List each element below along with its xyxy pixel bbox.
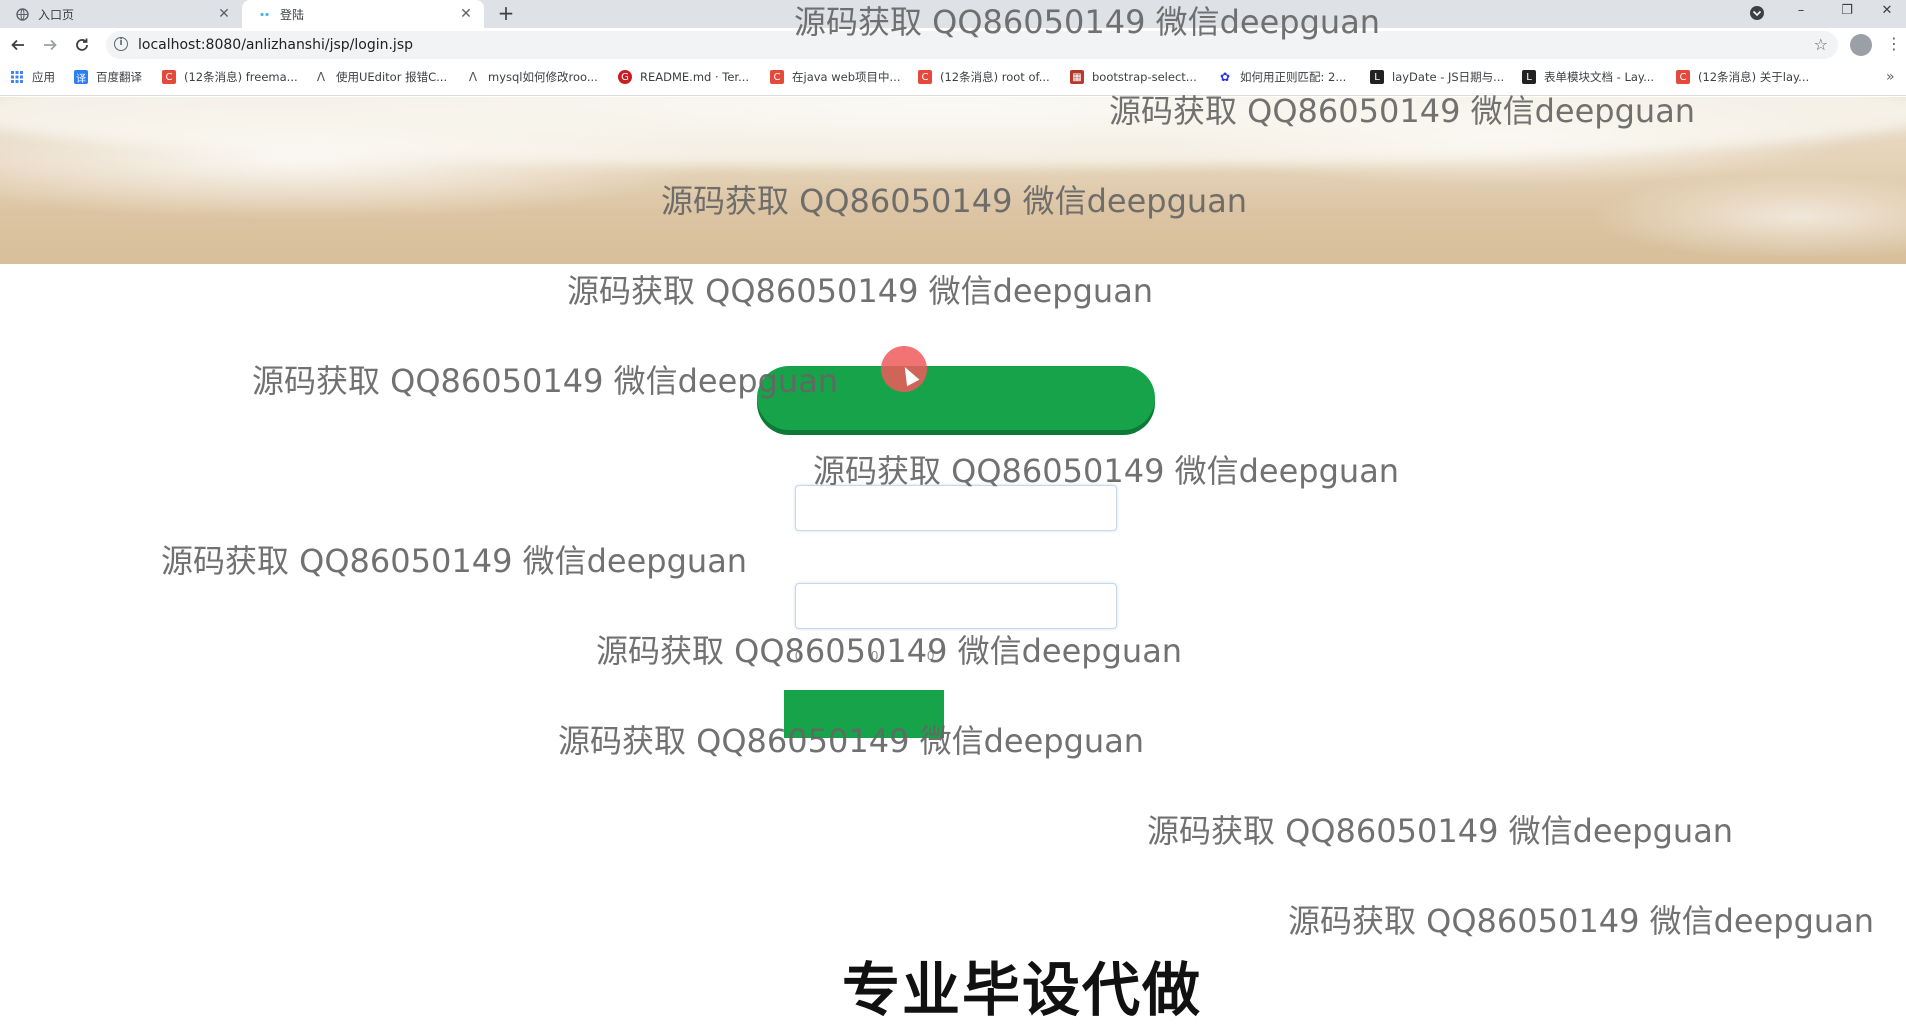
watermark-text: 源码获取 QQ86050149 微信deepguan [1109,92,1696,130]
csdn-icon: C [1676,70,1690,84]
profile-menu-icon[interactable] [1734,0,1780,28]
watermark-text: 源码获取 QQ86050149 微信deepguan [1288,902,1875,940]
bookmark-item[interactable]: C (12条消息) freema... [162,62,298,92]
layui-icon: L [1522,70,1536,84]
bookmark-label: 表单模块文档 - Lay... [1544,70,1655,84]
back-icon[interactable] [6,33,30,57]
tab-title: 登陆 [280,7,305,22]
watermark-text: 源码获取 QQ86050149 微信deepguan [661,182,1248,220]
bookmark-item[interactable]: G README.md · Ter... [618,62,749,92]
gitee-icon: G [618,70,632,84]
bookmark-item[interactable]: L 表单模块文档 - Lay... [1522,62,1654,92]
forward-icon[interactable] [38,33,62,57]
username-input[interactable] [795,485,1117,531]
watermark-text: 源码获取 QQ86050149 微信deepguan [794,3,1381,41]
bookmark-item[interactable]: 应用 [10,62,55,92]
password-input[interactable] [795,583,1117,629]
minimize-button[interactable]: – [1778,0,1824,28]
dots-icon [258,8,271,21]
bookmark-label: (12条消息) freema... [184,70,298,84]
bookmark-item[interactable]: C (12条消息) root of... [918,62,1050,92]
bookmark-label: README.md · Ter... [640,70,750,84]
more-menu-icon[interactable]: ⋮ [1886,32,1902,56]
promo-caption: 专业毕设代做 [842,956,1203,1024]
bookmark-label: bootstrap-select... [1092,70,1197,84]
baidu-paw-icon: ✿ [1219,70,1231,84]
bookmark-item[interactable]: L layDate - JS日期与... [1370,62,1504,92]
bookmarks-overflow-icon[interactable]: » [1886,62,1895,92]
bookmark-item[interactable]: ✿ 如何用正则匹配: 2... [1218,62,1346,92]
watermark-text: 源码获取 QQ86050149 微信deepguan [813,452,1400,490]
csdn-icon: C [162,70,176,84]
avatar[interactable] [1850,34,1872,56]
bookmark-label: (12条消息) root of... [940,70,1050,84]
bird-icon: ᐱ [468,70,478,84]
bird-icon: ᐱ [316,70,326,84]
tab-title: 入口页 [38,7,75,22]
watermark-text: 源码获取 QQ86050149 微信deepguan [1147,812,1734,850]
watermark-text: 源码获取 QQ86050149 微信deepguan [252,362,839,400]
bookmark-item[interactable]: ᐱ mysql如何修改roo... [466,62,598,92]
bookmark-label: (12条消息) 关于lay... [1698,70,1810,84]
close-tab-icon[interactable]: ✕ [216,6,232,22]
bookmark-label: layDate - JS日期与... [1392,70,1505,84]
bookmark-item[interactable]: ᐱ 使用UEditor 报错C... [314,62,447,92]
bookmark-label: mysql如何修改roo... [488,70,598,84]
bookmark-star-icon[interactable]: ☆ [1814,31,1828,59]
url-text[interactable]: localhost:8080/anlizhanshi/jsp/login.jsp [138,31,413,59]
cnblogs-icon: ▦ [1070,70,1084,84]
baidu-translate-icon: 译 [74,70,88,85]
close-window-button[interactable]: ✕ [1864,0,1906,28]
watermark-text: 源码获取 QQ86050149 微信deepguan [558,722,1145,760]
bookmark-item[interactable]: C 在java web项目中... [770,62,901,92]
bookmark-label: 使用UEditor 报错C... [336,70,448,84]
watermark-text: 源码获取 QQ86050149 微信deepguan [596,632,1183,670]
csdn-icon: C [770,70,784,84]
layui-icon: L [1370,70,1384,84]
site-info-icon[interactable]: i [114,37,128,51]
close-tab-icon[interactable]: ✕ [458,6,474,22]
watermark-text: 源码获取 QQ86050149 微信deepguan [567,272,1154,310]
watermark-text: 源码获取 QQ86050149 微信deepguan [161,542,748,580]
bookmark-label: 在java web项目中... [792,70,901,84]
bookmark-label: 如何用正则匹配: 2... [1240,70,1347,84]
new-tab-button[interactable]: + [494,2,518,26]
csdn-icon: C [918,70,932,84]
tab-login[interactable]: 登陆 ✕ [242,0,484,28]
tab-entry-page[interactable]: 入口页 ✕ [0,0,242,28]
bookmark-label: 应用 [32,70,55,84]
reload-icon[interactable] [70,33,94,57]
bookmark-item[interactable]: C (12条消息) 关于lay... [1676,62,1809,92]
apps-grid-icon [10,70,24,84]
bookmark-item[interactable]: 译 百度翻译 [74,62,142,92]
bookmark-label: 百度翻译 [96,70,142,84]
globe-icon [16,7,29,21]
bookmark-item[interactable]: ▦ bootstrap-select... [1070,62,1197,92]
